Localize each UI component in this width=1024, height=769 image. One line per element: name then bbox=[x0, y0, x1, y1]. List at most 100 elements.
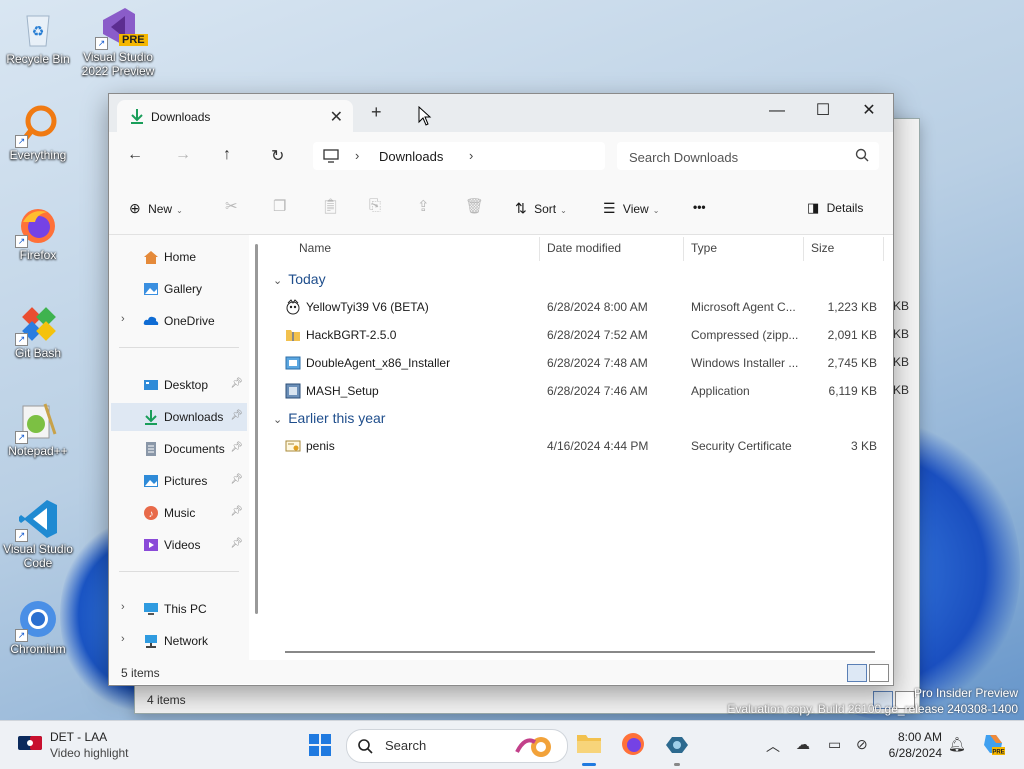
firefox-icon[interactable] bbox=[620, 731, 646, 760]
system-clock[interactable]: 8:00 AM 6/28/2024 bbox=[880, 729, 942, 761]
tab-close-button[interactable]: ✕ bbox=[330, 107, 343, 127]
cut-icon[interactable]: ✂ bbox=[225, 197, 238, 215]
details-view-toggle[interactable] bbox=[847, 664, 867, 682]
tiles-view-toggle[interactable] bbox=[869, 664, 889, 682]
back-size-cell: KB bbox=[892, 355, 909, 369]
pin-icon[interactable]: 📌︎ bbox=[230, 474, 243, 485]
chevron-right-icon[interactable]: › bbox=[355, 148, 359, 163]
chevron-right-icon[interactable]: › bbox=[121, 601, 125, 613]
details-button[interactable]: ◨ Details bbox=[807, 200, 863, 216]
desktop-icon-chromium[interactable]: ↗ Chromium bbox=[0, 598, 76, 656]
title-bar[interactable]: Downloads ✕ + — ☐ ✕ bbox=[109, 94, 893, 132]
column-divider[interactable] bbox=[803, 237, 804, 261]
sidebar-item-downloads[interactable]: Downloads 📌︎ bbox=[111, 403, 247, 431]
table-row[interactable]: HackBGRT-2.5.0 6/28/2024 7:52 AM Compres… bbox=[263, 322, 891, 348]
group-label: Earlier this year bbox=[288, 410, 386, 426]
breadcrumb-downloads[interactable]: Downloads bbox=[379, 149, 443, 164]
sidebar-item-videos[interactable]: Videos 📌︎ bbox=[111, 531, 247, 559]
search-icon[interactable] bbox=[855, 148, 869, 165]
file-explorer-icon[interactable] bbox=[576, 731, 602, 758]
column-header-name[interactable]: Name bbox=[299, 241, 331, 255]
table-row[interactable]: MASH_Setup 6/28/2024 7:46 AM Application… bbox=[263, 378, 891, 404]
pin-icon[interactable]: 📌︎ bbox=[230, 506, 243, 517]
more-options-button[interactable]: ••• bbox=[693, 200, 706, 214]
up-arrow-icon[interactable]: ↑ bbox=[223, 146, 231, 164]
svg-text:♻: ♻ bbox=[32, 23, 45, 39]
refresh-icon[interactable]: ↻ bbox=[271, 146, 284, 166]
sidebar-item-gallery[interactable]: Gallery bbox=[111, 275, 247, 303]
close-button[interactable]: ✕ bbox=[849, 98, 889, 124]
chevron-right-icon[interactable]: › bbox=[121, 313, 125, 325]
address-bar[interactable]: › Downloads › bbox=[313, 142, 605, 170]
table-row[interactable]: penis 4/16/2024 4:44 PM Security Certifi… bbox=[263, 433, 891, 459]
view-label: View bbox=[622, 202, 649, 216]
minimize-button[interactable]: — bbox=[757, 98, 797, 124]
rename-icon[interactable]: ⎘ bbox=[369, 197, 381, 214]
chevron-up-icon[interactable]: ︿ bbox=[766, 736, 780, 756]
search-box[interactable] bbox=[617, 142, 879, 170]
chevron-right-icon[interactable]: › bbox=[121, 633, 125, 645]
cloud-off-icon[interactable]: ☁ bbox=[796, 736, 810, 753]
desktop-icon-notepad-plus-plus[interactable]: ↗ Notepad++ bbox=[0, 400, 76, 458]
sidebar-item-music[interactable]: ♪ Music 📌︎ bbox=[111, 499, 247, 527]
notification-bell-icon[interactable]: 🔔︎ bbox=[948, 736, 966, 753]
column-header-date-modified[interactable]: Date modified bbox=[547, 241, 621, 255]
share-icon[interactable]: ⇪ bbox=[417, 197, 430, 215]
sidebar-item-this-pc[interactable]: › This PC bbox=[111, 595, 247, 623]
group-header-today[interactable]: ⌄ Today bbox=[273, 271, 326, 287]
download-arrow-icon bbox=[143, 409, 159, 425]
explorer-window[interactable]: Downloads ✕ + — ☐ ✕ ← → ↑ ↻ › Downloads … bbox=[108, 93, 894, 686]
desktop-icon-git-bash[interactable]: ↗ Git Bash bbox=[0, 302, 76, 360]
column-header-size[interactable]: Size bbox=[811, 241, 834, 255]
pin-icon[interactable]: 📌︎ bbox=[230, 538, 243, 549]
sidebar-item-home[interactable]: Home bbox=[111, 243, 247, 271]
desktop-folder-icon bbox=[143, 377, 159, 393]
maximize-button[interactable]: ☐ bbox=[803, 98, 843, 124]
paste-icon[interactable]: 📋︎ bbox=[321, 197, 340, 215]
network-status-icon[interactable]: ⊘ bbox=[856, 736, 868, 753]
display-icon[interactable]: ▭ bbox=[828, 736, 841, 753]
column-divider[interactable] bbox=[883, 237, 884, 261]
forward-arrow-icon[interactable]: → bbox=[175, 146, 191, 164]
notepad-plus-plus-icon: ↗ bbox=[15, 400, 59, 444]
chevron-right-icon[interactable]: › bbox=[469, 148, 473, 163]
app-gear-icon[interactable] bbox=[664, 733, 690, 758]
pin-icon[interactable]: 📌︎ bbox=[230, 442, 243, 453]
table-row[interactable]: DoubleAgent_x86_Installer 6/28/2024 7:48… bbox=[263, 350, 891, 376]
start-windows-icon[interactable] bbox=[308, 733, 332, 760]
desktop-icon-visual-studio-preview[interactable]: PRE ↗ Visual Studio 2022 Preview bbox=[80, 6, 156, 78]
sidebar-scrollbar[interactable] bbox=[255, 244, 258, 614]
pin-icon[interactable]: 📌︎ bbox=[230, 410, 243, 421]
desktop-icon-everything[interactable]: ↗ Everything bbox=[0, 104, 76, 162]
sidebar-item-onedrive[interactable]: › OneDrive bbox=[111, 307, 247, 335]
desktop-icon-recycle-bin[interactable]: ♻ Recycle Bin bbox=[0, 8, 76, 66]
table-row[interactable]: YellowTyi39 V6 (BETA) 6/28/2024 8:00 AM … bbox=[263, 294, 891, 320]
back-arrow-icon[interactable]: ← bbox=[127, 146, 143, 164]
sort-button[interactable]: ⇅ Sort ⌄ bbox=[515, 200, 567, 217]
new-button[interactable]: ⊕ New ⌄ bbox=[129, 200, 183, 217]
new-tab-button[interactable]: + bbox=[371, 102, 382, 123]
desktop-icon-firefox[interactable]: ↗ Firefox bbox=[0, 204, 76, 262]
file-size: 2,745 KB bbox=[827, 356, 877, 370]
view-button[interactable]: ☰ View ⌄ bbox=[603, 200, 659, 217]
sidebar-item-network[interactable]: › Network bbox=[111, 627, 247, 655]
column-header-type[interactable]: Type bbox=[691, 241, 717, 255]
group-header-earlier-this-year[interactable]: ⌄ Earlier this year bbox=[273, 410, 385, 426]
column-divider[interactable] bbox=[683, 237, 684, 261]
sidebar-item-pictures[interactable]: Pictures 📌︎ bbox=[111, 467, 247, 495]
horizontal-scrollbar[interactable] bbox=[285, 651, 875, 653]
taskbar-search-box[interactable] bbox=[346, 729, 568, 763]
sidebar-item-documents[interactable]: Documents 📌︎ bbox=[111, 435, 247, 463]
desktop-icon-vscode[interactable]: ↗ Visual Studio Code bbox=[0, 498, 76, 570]
file-name: HackBGRT-2.5.0 bbox=[306, 328, 397, 342]
search-input[interactable] bbox=[627, 146, 831, 168]
tab-downloads[interactable]: Downloads ✕ bbox=[117, 100, 353, 132]
sidebar-item-desktop[interactable]: Desktop 📌︎ bbox=[111, 371, 247, 399]
column-divider[interactable] bbox=[539, 237, 540, 261]
delete-icon[interactable]: 🗑︎ bbox=[465, 197, 484, 215]
copilot-icon[interactable]: PRE bbox=[980, 731, 1006, 760]
taskbar: DET - LAA Video highlight ︿ ☁ ▭ ⊘ 8:00 A… bbox=[0, 720, 1024, 769]
pin-icon[interactable]: 📌︎ bbox=[230, 378, 243, 389]
taskbar-search-input[interactable] bbox=[383, 737, 507, 754]
copy-icon[interactable]: ❐ bbox=[273, 197, 286, 215]
